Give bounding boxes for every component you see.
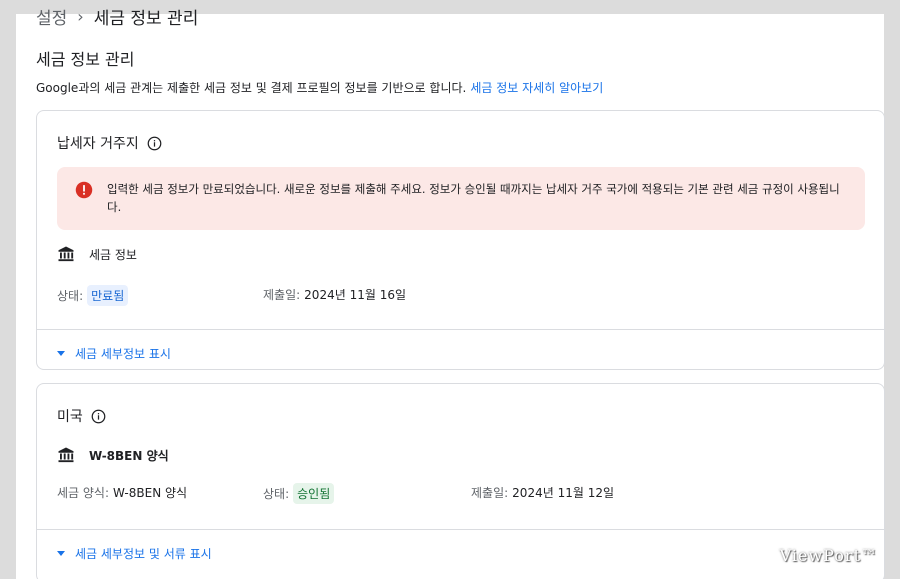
form-type-value: W-8BEN 양식 [113, 486, 188, 500]
tax-residence-title: 납세자 거주지 [57, 136, 139, 152]
show-tax-details-toggle[interactable]: 세금 세부정보 표시 [57, 345, 171, 362]
show-tax-details-label: 세금 세부정보 표시 [75, 347, 171, 361]
status-field: 상태: 승인됨 [263, 483, 335, 504]
submitted-field: 제출일: 2024년 11월 16일 [263, 286, 406, 303]
info-icon[interactable] [147, 136, 162, 151]
alert-message: 입력한 세금 정보가 만료되었습니다. 새로운 정보를 제출해 주세요. 정보가… [107, 182, 840, 214]
breadcrumb-current: 세금 정보 관리 [93, 9, 199, 29]
bank-icon [58, 447, 74, 463]
bank-icon [58, 246, 74, 262]
main-panel: 세금 정보 관리 Google과의 세금 관계는 제출한 세금 정보 및 결제 … [16, 14, 885, 579]
intro-text: Google과의 세금 관계는 제출한 세금 정보 및 결제 프로필의 정보를 … [36, 79, 603, 96]
status-label: 상태: [57, 289, 84, 303]
form-type-field: 세금 양식: W-8BEN 양식 [57, 484, 187, 501]
breadcrumb-settings[interactable]: 설정 [36, 4, 67, 29]
show-tax-details-docs-toggle[interactable]: 세금 세부정보 및 서류 표시 [57, 545, 212, 562]
status-badge-approved: 승인됨 [293, 483, 335, 504]
submitted-label: 제출일: [263, 288, 301, 302]
status-field: 상태: 만료됨 [57, 285, 129, 306]
breadcrumb-separator: › [77, 7, 84, 26]
caret-down-icon [57, 551, 65, 556]
expired-alert: 입력한 세금 정보가 만료되었습니다. 새로운 정보를 제출해 주세요. 정보가… [57, 167, 865, 230]
us-tax-header: 미국 [57, 406, 106, 426]
watermark-logo: ViewPort™ [779, 546, 878, 565]
info-icon[interactable] [91, 409, 106, 424]
submitted-date: 2024년 11월 16일 [304, 288, 406, 302]
breadcrumb: 설정 › 세금 정보 관리 [36, 4, 198, 29]
status-badge-expired: 만료됨 [87, 285, 129, 306]
caret-down-icon [57, 351, 65, 356]
learn-more-link[interactable]: 세금 정보 자세히 알아보기 [470, 81, 603, 95]
submitted-field: 제출일: 2024년 11월 12일 [471, 484, 614, 501]
us-tax-title: 미국 [57, 409, 83, 425]
submitted-label: 제출일: [471, 486, 509, 500]
page-title: 세금 정보 관리 [36, 50, 135, 69]
show-tax-details-docs-label: 세금 세부정보 및 서류 표시 [75, 547, 212, 561]
intro-description: Google과의 세금 관계는 제출한 세금 정보 및 결제 프로필의 정보를 … [36, 81, 467, 95]
tax-form-name: 세금 정보 [89, 247, 137, 262]
tax-form-line: 세금 정보 [57, 245, 137, 263]
w8ben-form-line: W-8BEN 양식 [57, 446, 169, 464]
tax-residence-header: 납세자 거주지 [57, 133, 162, 153]
status-label: 상태: [263, 487, 290, 501]
submitted-date: 2024년 11월 12일 [512, 486, 614, 500]
tax-residence-card: 납세자 거주지 입력한 세금 정보가 만료되었습니다. 새로운 정보를 제출해 … [36, 110, 885, 370]
divider [37, 329, 884, 330]
us-tax-card: 미국 W-8BEN 양식 세금 양식: W-8BEN 양식 상태: 승인됨 제출… [36, 383, 885, 579]
error-icon [75, 181, 93, 199]
w8ben-form-name: W-8BEN 양식 [89, 448, 169, 463]
divider [37, 529, 884, 530]
form-type-label: 세금 양식: [57, 486, 110, 500]
